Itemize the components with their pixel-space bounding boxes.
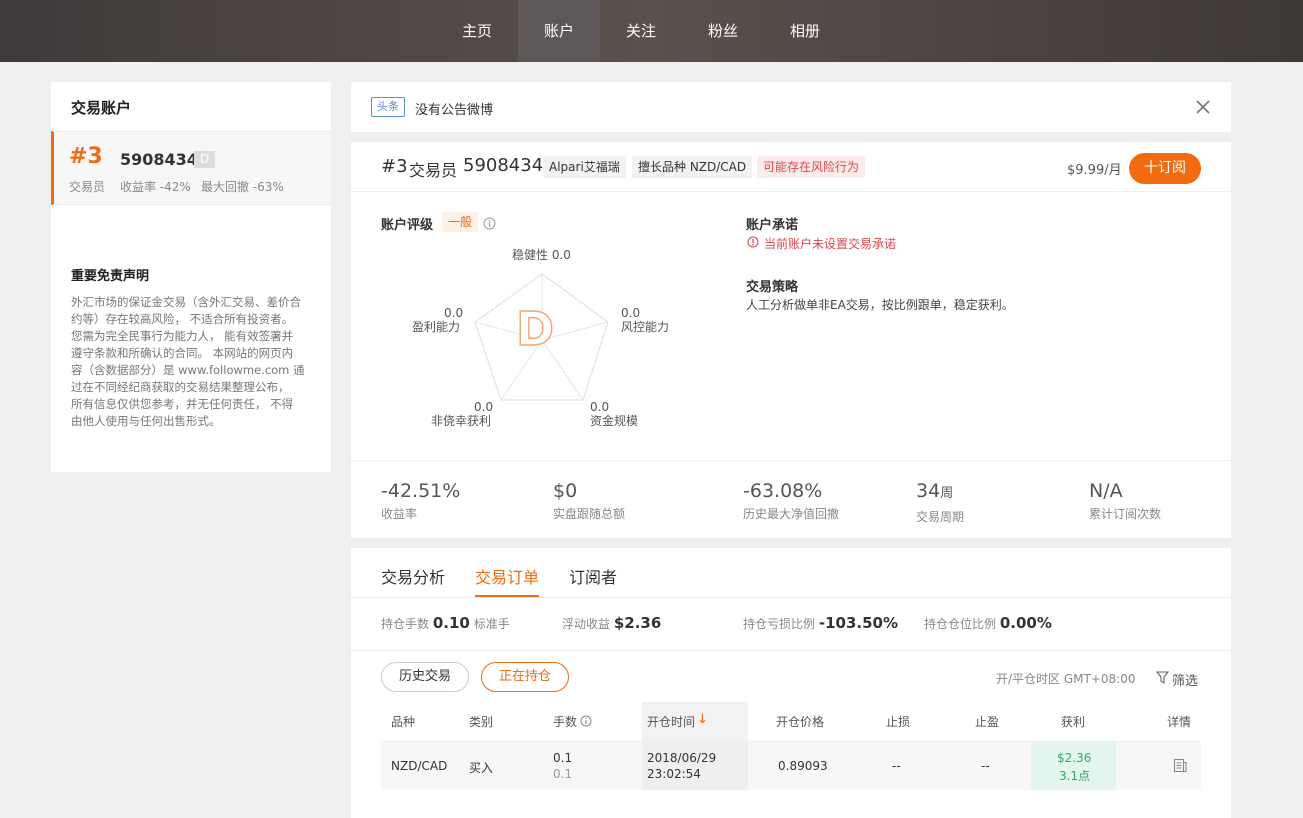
tab-orders[interactable]: 交易订单 (475, 564, 539, 588)
filter-icon[interactable] (1156, 671, 1169, 684)
sidebar: 交易账户 #3 5908434 D 交易员 收益率 -42% 最大回撤 -63%… (51, 82, 331, 472)
disclaimer-line: 过在不同经纪商获取的交易结果整理公布， (71, 380, 290, 394)
cell-date: 2018/06/29 (647, 751, 717, 765)
header-rank: #3 (381, 156, 408, 177)
th-details: 详情 (1167, 715, 1192, 729)
strategy-title: 交易策略 (746, 280, 799, 295)
stat-follow-value: $0 (553, 480, 578, 502)
specialty-tag: 擅长品种 NZD/CAD (632, 156, 753, 178)
timezone-label: 开/平仓时区 GMT+08:00 (996, 672, 1136, 686)
nav-item-account[interactable]: 账户 (518, 0, 600, 62)
cell-stop-loss: -- (892, 759, 901, 773)
axis-label-luck: 非侥幸获利 (431, 414, 492, 428)
axis-label-profit: 盈利能力 (412, 320, 461, 334)
cell-profit: $2.36 (1057, 751, 1092, 765)
axis-label-capital: 资金规模 (590, 414, 639, 428)
disclaimer-line: 约等）存在较高风险， 不适合所有投资者。 (71, 312, 294, 326)
sidebar-title: 交易账户 (71, 99, 132, 117)
summary-floating: 浮动收益 $2.36 (562, 614, 662, 632)
cell-price: 0.89093 (778, 759, 828, 773)
document-icon[interactable] (1173, 758, 1188, 773)
disclaimer-title: 重要免责声明 (71, 269, 150, 284)
notice-bar: 头条 没有公告微博 (351, 82, 1231, 132)
cell-lots: 0.1 (553, 751, 573, 765)
active-tab-indicator (475, 595, 539, 597)
account-card[interactable]: #3 5908434 D 交易员 收益率 -42% 最大回撤 -63% (51, 131, 331, 205)
th-type: 类别 (469, 715, 494, 729)
stat-drawdown-value: -63.08% (743, 480, 823, 502)
stat-subs-label: 累计订阅次数 (1089, 507, 1162, 521)
th-profit: 获利 (1061, 715, 1086, 729)
nav-item-album[interactable]: 相册 (764, 0, 846, 62)
nav-item-follow[interactable]: 关注 (600, 0, 682, 62)
stat-return-value: -42.51% (381, 480, 461, 502)
stat-period-label: 交易周期 (916, 510, 965, 524)
disclaimer-text: 外汇市场的保证金交易（含外汇交易、差价合 约等）存在较高风险， 不适合所有投资者… (71, 294, 321, 430)
stat-follow-label: 实盘跟随总额 (553, 507, 626, 521)
warning-icon (747, 236, 759, 248)
rating-label: 账户评级 (381, 218, 434, 233)
account-drawdown: 最大回撤 -63% (201, 180, 284, 194)
risk-tag: 可能存在风险行为 (757, 156, 866, 178)
commitment-text: 当前账户未设置交易承诺 (764, 237, 897, 251)
account-role: 交易员 (69, 180, 106, 194)
header-role: 交易员 (409, 161, 458, 180)
cell-symbol: NZD/CAD (391, 759, 448, 773)
disclaimer-line: 所有信息仅供您参考，并无任何责任， 不得 (71, 397, 294, 411)
cell-time: 23:02:54 (647, 767, 701, 781)
stat-subs-value: N/A (1089, 480, 1123, 502)
disclaimer-line: 遵守条款和所确认的合同。 本网站的网页内 (71, 346, 294, 360)
disclaimer-line: 容（含数据部分）是 www.followme.com 通 (71, 363, 305, 377)
th-open-time[interactable]: 开仓时间 (647, 713, 695, 730)
account-id: 5908434 (120, 150, 198, 169)
strategy-text: 人工分析做单非EA交易，按比例跟单，稳定获利。 (746, 298, 1014, 312)
disclaimer-line: 外汇市场的保证金交易（含外汇交易、差价合 (71, 295, 301, 309)
axis-label-risk: 风控能力 (621, 320, 670, 334)
tab-subscribers[interactable]: 订阅者 (569, 564, 617, 588)
th-symbol: 品种 (391, 715, 416, 729)
rating-level: 一般 (442, 212, 479, 232)
history-trades-button[interactable]: 历史交易 (381, 662, 469, 692)
notice-badge: 头条 (371, 97, 405, 117)
close-icon[interactable] (1196, 100, 1210, 114)
stat-drawdown-label: 历史最大净值回撤 (743, 507, 840, 521)
stat-return-label: 收益率 (381, 507, 418, 521)
commitment-title: 账户承诺 (746, 218, 799, 233)
cell-type: 买入 (469, 761, 494, 775)
th-open-price: 开仓价格 (776, 715, 825, 729)
summary-position-ratio: 持仓仓位比例 0.00% (924, 614, 1052, 632)
price-label: $9.99/月 (1067, 163, 1122, 178)
account-rank: #3 (69, 144, 103, 169)
grade-badge: D (194, 151, 215, 168)
account-return: 收益率 -42% (120, 180, 191, 194)
th-lots: 手数 (553, 715, 578, 729)
disclaimer-line: 您需为完全民事行为能力人， 能有效签署并 (71, 329, 294, 343)
cell-points: 3.1点 (1059, 769, 1091, 783)
cell-lots-secondary: 0.1 (553, 767, 573, 781)
disclaimer-line: 由他人使用与任何出售形式。 (71, 414, 221, 428)
cell-take-profit: -- (981, 759, 990, 773)
filter-button[interactable]: 筛选 (1172, 670, 1198, 689)
grade-letter: D (515, 302, 555, 356)
sort-down-arrow-icon[interactable]: ↓ (697, 712, 708, 727)
subscribe-button[interactable]: 十订阅 (1129, 153, 1201, 184)
th-take-profit: 止盈 (975, 715, 1000, 729)
header-id: 5908434 (463, 155, 544, 176)
notice-text: 没有公告微博 (415, 103, 494, 118)
top-nav: 主页 账户 关注 粉丝 相册 (0, 0, 1303, 62)
summary-loss-ratio: 持仓亏损比例 -103.50% (743, 614, 898, 632)
open-positions-button[interactable]: 正在持仓 (481, 662, 569, 692)
broker-tag: Alpari艾福瑞 (543, 156, 626, 178)
info-icon[interactable] (483, 217, 496, 230)
info-icon[interactable] (580, 715, 592, 727)
axis-label-stability: 稳健性 0.0 (512, 248, 571, 262)
tab-analysis[interactable]: 交易分析 (381, 564, 445, 588)
stat-period-value: 34周 (916, 480, 954, 502)
summary-lots: 持仓手数 0.10 标准手 (381, 614, 510, 632)
th-stop-loss: 止损 (886, 715, 911, 729)
nav-item-home[interactable]: 主页 (436, 0, 518, 62)
sorted-cell-bg (642, 742, 748, 790)
nav-item-fans[interactable]: 粉丝 (682, 0, 764, 62)
